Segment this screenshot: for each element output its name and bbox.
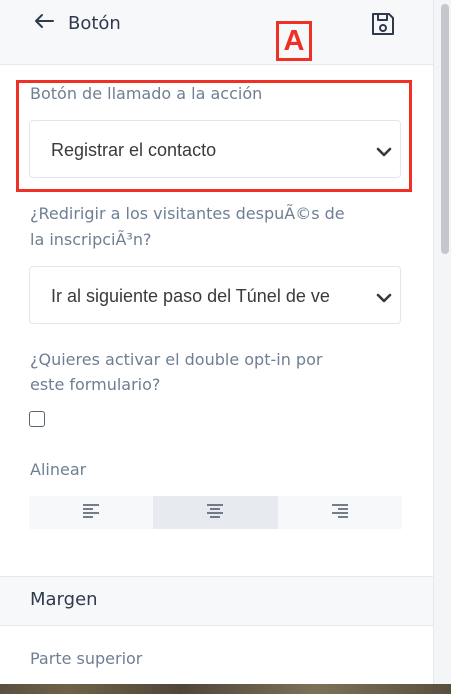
- save-icon: [369, 13, 397, 42]
- annotation-marker-a: A: [276, 21, 312, 61]
- panel-header: Botón: [0, 0, 433, 65]
- arrow-left-icon: [34, 13, 54, 33]
- panel-title: Botón: [68, 12, 121, 34]
- redirect-label-line2: la inscripciÃ³n?: [30, 230, 152, 249]
- cta-button-select[interactable]: Registrar el contacto: [29, 120, 401, 178]
- redirect-select[interactable]: Ir al siguiente paso del Túnel de ve: [29, 266, 401, 324]
- back-button[interactable]: Botón: [34, 10, 121, 36]
- align-right-icon: [331, 503, 349, 522]
- alignment-label: Alinear: [30, 460, 87, 479]
- double-optin-label-line1: ¿Quieres activar el double opt-in por: [30, 350, 323, 369]
- align-center-button[interactable]: [153, 496, 278, 529]
- double-optin-label-line2: este formulario?: [30, 375, 161, 394]
- scrollbar-track[interactable]: [433, 0, 451, 694]
- redirect-select-value: Ir al siguiente paso del Túnel de ve: [51, 286, 330, 306]
- margin-section-header[interactable]: Margen: [0, 576, 433, 626]
- double-optin-checkbox[interactable]: [29, 411, 45, 427]
- align-right-button[interactable]: [278, 496, 402, 529]
- chevron-down-icon: [376, 143, 392, 157]
- save-button[interactable]: [369, 10, 397, 38]
- settings-panel: Botón A Botón de llamado a la acción Reg…: [0, 0, 433, 694]
- background-strip: [0, 684, 451, 694]
- margin-section-title: Margen: [30, 589, 98, 610]
- align-center-icon: [206, 503, 224, 522]
- cta-button-select-value: Registrar el contacto: [51, 140, 217, 160]
- align-left-icon: [82, 503, 100, 522]
- cta-button-label: Botón de llamado a la acción: [30, 84, 263, 103]
- scrollbar-thumb[interactable]: [441, 4, 449, 254]
- chevron-down-icon: [376, 289, 392, 303]
- redirect-label-line1: ¿Redirigir a los visitantes despuÃ©s de: [30, 204, 345, 223]
- align-left-button[interactable]: [29, 496, 153, 529]
- alignment-group: [29, 496, 402, 529]
- margin-top-label: Parte superior: [30, 649, 143, 668]
